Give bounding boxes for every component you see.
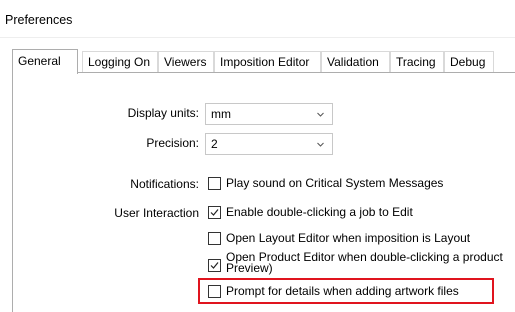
open-layout-editor-option[interactable]: Open Layout Editor when imposition is La… — [208, 232, 508, 246]
open-product-editor-option[interactable]: Open Product Editor when double-clicking… — [208, 251, 515, 278]
preferences-window: Preferences General Logging On Viewers I… — [0, 0, 515, 312]
tab-validation[interactable]: Validation — [321, 51, 390, 72]
enable-double-click-option[interactable]: Enable double-clicking a job to Edit — [208, 206, 508, 220]
enable-double-click-checkbox[interactable] — [208, 206, 221, 219]
tab-debug[interactable]: Debug — [444, 51, 494, 72]
checkmark-icon — [210, 262, 219, 269]
tab-logging-on[interactable]: Logging On — [82, 51, 158, 72]
display-units-label: Display units: — [127, 106, 199, 120]
play-sound-checkbox[interactable] — [208, 177, 221, 190]
play-sound-option[interactable]: Play sound on Critical System Messages — [208, 177, 508, 191]
open-product-editor-checkbox[interactable] — [208, 259, 221, 272]
precision-value: 2 — [211, 137, 218, 151]
tab-general[interactable]: General — [12, 49, 78, 74]
prompt-artwork-checkbox[interactable] — [208, 285, 221, 298]
user-interaction-label: User Interaction — [114, 206, 199, 220]
chevron-down-icon — [317, 142, 324, 147]
enable-double-click-label: Enable double-clicking a job to Edit — [226, 205, 413, 219]
window-title: Preferences — [5, 13, 73, 27]
precision-select[interactable]: 2 — [205, 133, 333, 155]
display-units-select[interactable]: mm — [205, 103, 333, 125]
play-sound-label: Play sound on Critical System Messages — [226, 176, 444, 190]
notifications-label: Notifications: — [130, 177, 199, 191]
display-units-value: mm — [211, 107, 231, 121]
precision-label: Precision: — [146, 136, 199, 150]
chevron-down-icon — [317, 112, 324, 117]
tab-tracing[interactable]: Tracing — [390, 51, 444, 72]
tab-strip: General Logging On Viewers Imposition Ed… — [12, 49, 515, 74]
title-divider — [0, 37, 515, 38]
open-layout-editor-label: Open Layout Editor when imposition is La… — [226, 231, 471, 245]
tab-imposition-editor[interactable]: Imposition Editor — [214, 51, 321, 72]
prompt-artwork-option[interactable]: Prompt for details when adding artwork f… — [208, 285, 498, 299]
tab-viewers[interactable]: Viewers — [158, 51, 214, 72]
open-layout-editor-checkbox[interactable] — [208, 232, 221, 245]
checkmark-icon — [210, 209, 219, 216]
open-product-editor-label-line2: Preview) — [226, 261, 273, 275]
prompt-artwork-label: Prompt for details when adding artwork f… — [226, 284, 459, 298]
